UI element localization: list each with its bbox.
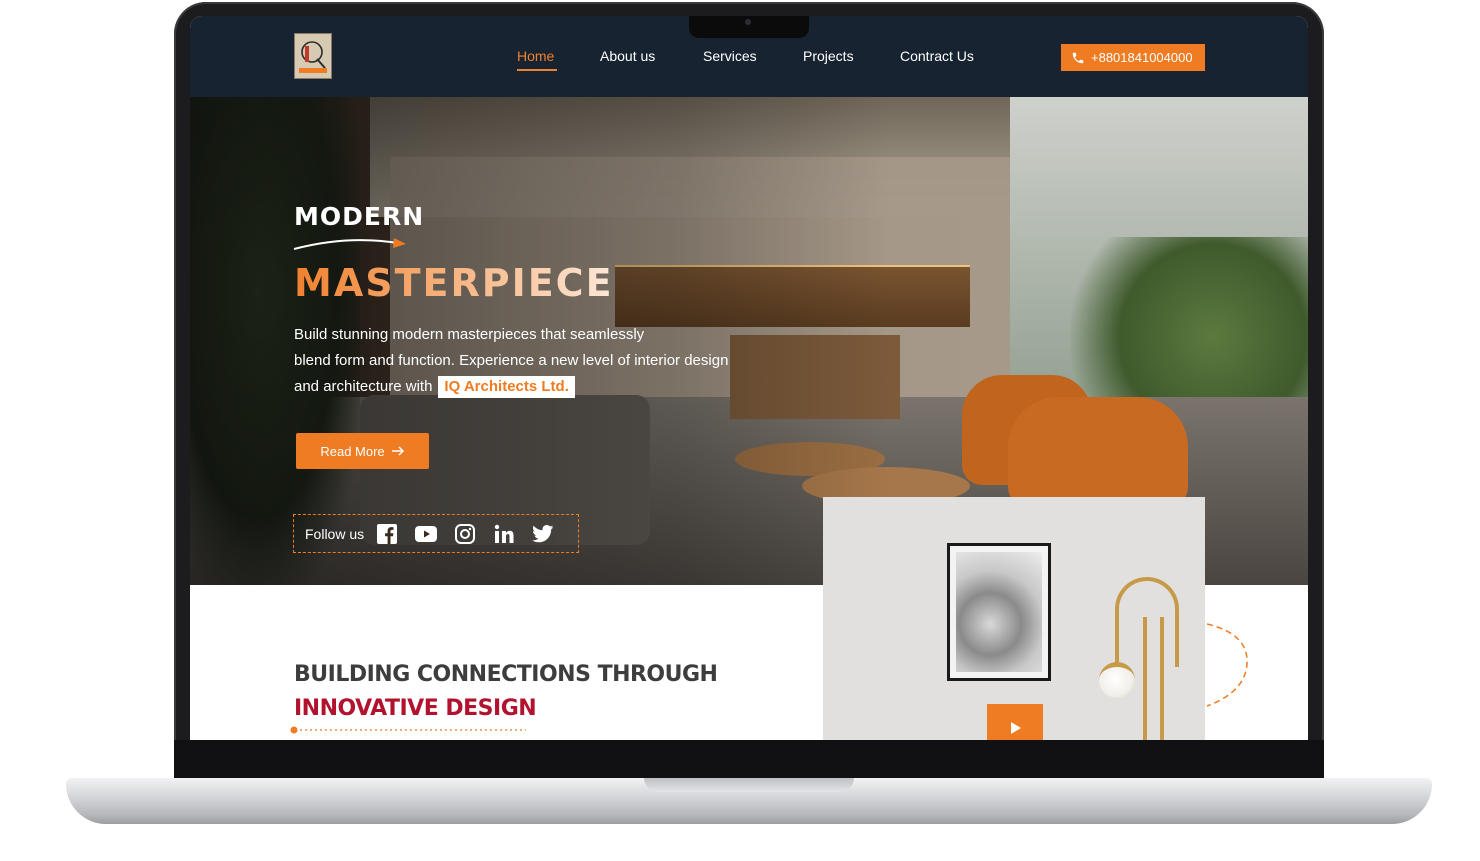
nav-contact[interactable]: Contract Us — [900, 48, 974, 64]
instagram-icon[interactable] — [454, 523, 476, 545]
youtube-icon[interactable] — [415, 523, 438, 545]
section-divider — [290, 726, 526, 734]
section-title: BUILDING CONNECTIONS THROUGH — [294, 662, 718, 687]
play-icon — [1011, 722, 1021, 734]
video-card — [823, 497, 1205, 740]
hero-kicker: MODERN — [294, 202, 425, 231]
floor-lamp-pole — [1143, 617, 1147, 740]
hero-description-line: blend form and function. Experience a ne… — [294, 352, 729, 369]
nav-about[interactable]: About us — [600, 48, 655, 64]
laptop-base-notch — [644, 778, 854, 792]
hero-bg-armchair — [1008, 397, 1188, 507]
phone-number: +8801841004000 — [1091, 50, 1193, 65]
section-subtitle: INNOVATIVE DESIGN — [294, 696, 537, 721]
arrow-right-icon — [391, 446, 404, 456]
linkedin-icon[interactable] — [493, 523, 515, 545]
follow-us-label: Follow us — [305, 525, 365, 542]
read-more-button[interactable]: Read More — [296, 433, 429, 469]
facebook-icon[interactable] — [376, 523, 398, 545]
follow-us-box: Follow us — [293, 514, 579, 553]
hero-title: MASTERPIECE — [294, 261, 614, 305]
hero-description-line: and architecture with — [294, 378, 433, 395]
nav-home[interactable]: Home — [517, 48, 554, 64]
read-more-label: Read More — [320, 443, 385, 459]
hero-description: Build stunning modern masterpieces that … — [294, 322, 814, 400]
wall-art-image — [956, 552, 1042, 672]
twitter-icon[interactable] — [532, 523, 554, 545]
site-logo[interactable] — [294, 33, 332, 79]
brand-chip: IQ Architects Ltd. — [438, 376, 575, 398]
floor-lamp — [1115, 577, 1179, 667]
nav-services[interactable]: Services — [703, 48, 757, 64]
phone-icon — [1072, 52, 1084, 63]
curved-arrow-icon — [293, 238, 406, 250]
hero-description-line: Build stunning modern masterpieces that … — [294, 326, 645, 343]
decorative-dashed-arc — [1206, 623, 1248, 707]
nav-projects[interactable]: Projects — [803, 48, 854, 64]
camera-icon — [745, 19, 751, 25]
laptop-chin — [174, 740, 1324, 780]
floor-lamp-pole — [1160, 617, 1164, 740]
floor-lamp-shade — [1099, 662, 1135, 698]
nav-active-underline — [517, 69, 557, 71]
iq-architects-logo-icon — [295, 34, 331, 78]
phone-button[interactable]: +8801841004000 — [1061, 44, 1205, 71]
wall-art-frame — [947, 543, 1051, 681]
browser-screen: Home About us Services Projects Contract… — [190, 16, 1308, 740]
camera-notch — [689, 16, 809, 38]
video-play-button[interactable] — [987, 704, 1043, 740]
